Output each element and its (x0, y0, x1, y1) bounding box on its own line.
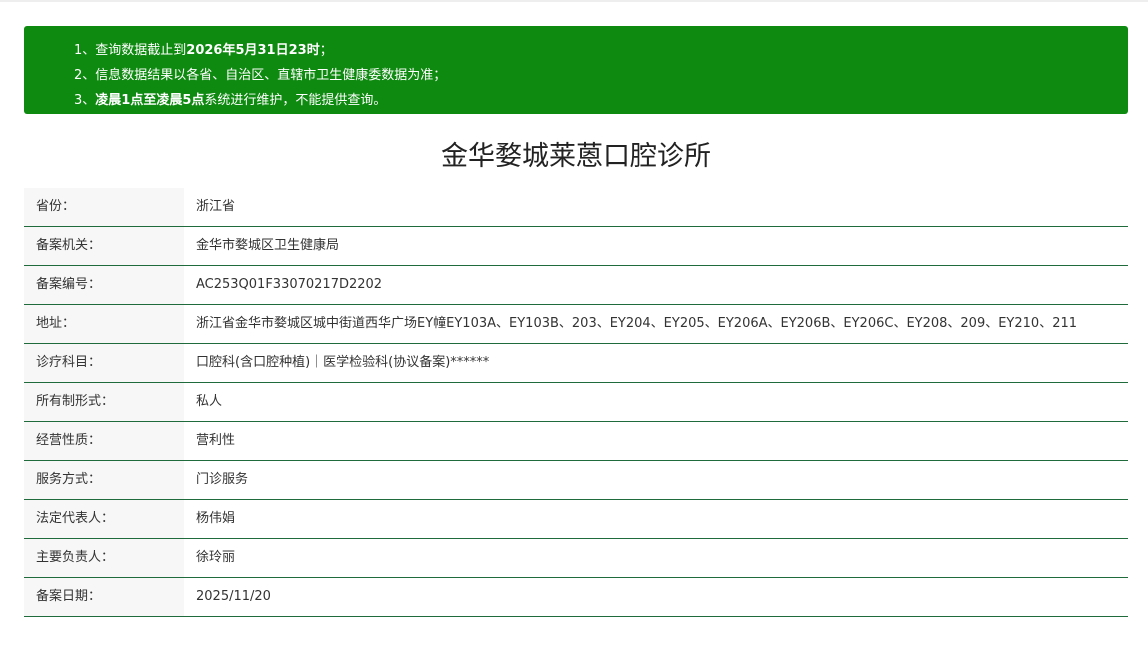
row-value: 徐玲丽 (196, 550, 236, 565)
row-label: 备案日期： (24, 578, 184, 616)
row-label: 诊疗科目： (24, 344, 184, 382)
row-value: 私人 (196, 394, 223, 409)
row-label: 备案机关： (24, 227, 184, 265)
notice-line-3-suffix: 系统进行维护，不能提供查询。 (204, 93, 387, 108)
row-value: 浙江省金华市婺城区城中街道西华广场EY幢EY103A、EY103B、203、EY… (196, 316, 1078, 331)
row-value: 门诊服务 (196, 472, 249, 487)
row-value: 2025/11/20 (196, 589, 271, 604)
row-label: 法定代表人： (24, 500, 184, 538)
top-divider (0, 0, 1148, 2)
clinic-info-table: 省份： 浙江省 备案机关： 金华市婺城区卫生健康局 备案编号： AC253Q01… (24, 188, 1128, 617)
table-row-departments: 诊疗科目： 口腔科(含口腔种植)｜医学检验科(协议备案)****** (24, 344, 1128, 383)
row-value: 浙江省 (196, 199, 236, 214)
row-value: 金华市婺城区卫生健康局 (196, 238, 340, 253)
row-value: 杨伟娟 (196, 511, 236, 526)
notice-line-3-time: 凌晨1点至凌晨5点 (95, 93, 205, 108)
notice-line-1-prefix: 1、查询数据截止到 (74, 43, 187, 58)
table-row-business-nature: 经营性质： 营利性 (24, 422, 1128, 461)
row-value: AC253Q01F33070217D2202 (196, 277, 383, 292)
table-row-service-mode: 服务方式： 门诊服务 (24, 461, 1128, 500)
table-row-principal: 主要负责人： 徐玲丽 (24, 539, 1128, 578)
row-label: 备案编号： (24, 266, 184, 304)
notice-line-1-date: 2026年5月31日23时 (186, 43, 320, 58)
row-label: 服务方式： (24, 461, 184, 499)
row-label: 经营性质： (24, 422, 184, 460)
table-row-province: 省份： 浙江省 (24, 188, 1128, 227)
table-row-record-number: 备案编号： AC253Q01F33070217D2202 (24, 266, 1128, 305)
notice-line-2: 2、信息数据结果以各省、自治区、直辖市卫生健康委数据为准； (74, 68, 447, 83)
notice-line-3: 3、凌晨1点至凌晨5点系统进行维护，不能提供查询。 (74, 88, 1128, 113)
row-value: 口腔科(含口腔种植)｜医学检验科(协议备案)****** (196, 355, 490, 370)
notice-banner: 1、查询数据截止到2026年5月31日23时； 2、信息数据结果以各省、自治区、… (24, 26, 1128, 114)
row-label: 所有制形式： (24, 383, 184, 421)
notice-line-3-prefix: 3、 (74, 93, 96, 108)
table-row-ownership: 所有制形式： 私人 (24, 383, 1128, 422)
notice-line-1: 1、查询数据截止到2026年5月31日23时； (74, 38, 1128, 63)
row-label: 主要负责人： (24, 539, 184, 577)
row-value: 营利性 (196, 433, 236, 448)
notice-line-1-suffix: ； (319, 43, 333, 58)
table-row-authority: 备案机关： 金华市婺城区卫生健康局 (24, 227, 1128, 266)
clinic-title: 金华婺城莱蒽口腔诊所 (441, 141, 711, 172)
row-label: 地址： (24, 305, 184, 343)
row-label: 省份： (24, 188, 184, 226)
table-row-address: 地址： 浙江省金华市婺城区城中街道西华广场EY幢EY103A、EY103B、20… (24, 305, 1128, 344)
table-row-legal-representative: 法定代表人： 杨伟娟 (24, 500, 1128, 539)
table-row-record-date: 备案日期： 2025/11/20 (24, 578, 1128, 617)
